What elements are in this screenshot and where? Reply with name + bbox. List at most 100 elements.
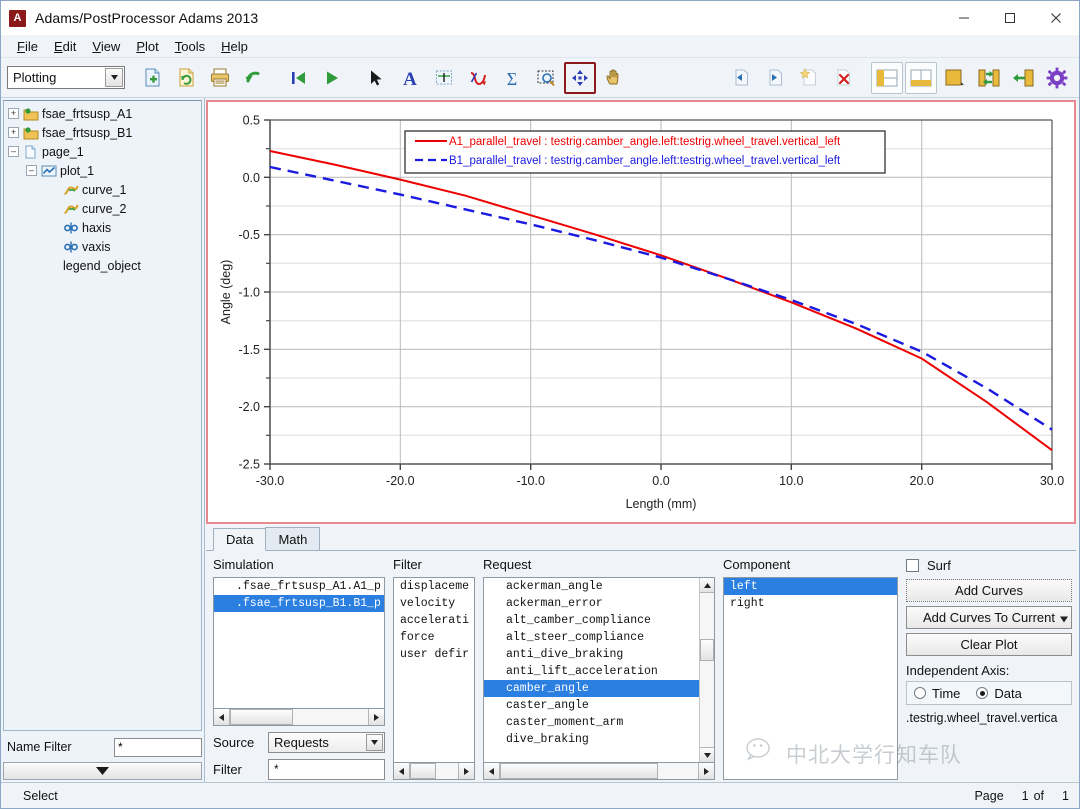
plot-chart[interactable]: 0.5 0.0 -0.5 -1.0 -1.5 -2.0 -2.5 -30.0 -20.0 -10.… (208, 102, 1070, 522)
time-radio[interactable] (914, 687, 926, 699)
print-icon[interactable] (204, 62, 236, 94)
expand-icon[interactable]: + (8, 108, 19, 119)
layout-bottom-icon[interactable] (905, 61, 937, 94)
model-tree[interactable]: + fsae_frtsusp_A1 + fsae_frtsusp_B1 – pa… (3, 100, 202, 731)
list-item[interactable]: alt_camber_compliance (484, 612, 714, 629)
swap-icon[interactable] (973, 62, 1005, 94)
scroll-track[interactable] (500, 763, 698, 779)
tree-node-page-1[interactable]: – page_1 (4, 142, 201, 161)
layout-full-icon[interactable] (939, 62, 971, 94)
scroll-thumb[interactable] (500, 763, 659, 779)
tree-node-vaxis[interactable]: vaxis (4, 237, 201, 256)
scroll-left-icon[interactable] (484, 763, 500, 779)
list-item[interactable]: alt_steer_compliance (484, 629, 714, 646)
list-item[interactable]: user defir (394, 646, 474, 663)
list-item[interactable]: caster_angle (484, 697, 714, 714)
list-item[interactable]: ackerman_angle (484, 578, 714, 595)
collapse-icon[interactable]: – (8, 146, 19, 157)
menu-file[interactable]: FFileile (9, 37, 46, 56)
zoom-region-icon[interactable] (530, 62, 562, 94)
list-item[interactable]: anti_lift_acceleration (484, 663, 714, 680)
list-item[interactable]: ackerman_error (484, 595, 714, 612)
curve-tool-icon[interactable] (462, 62, 494, 94)
list-item[interactable]: left (724, 578, 897, 595)
list-item[interactable]: anti_dive_braking (484, 646, 714, 663)
tree-node-legend-object[interactable]: legend_object (4, 256, 201, 275)
list-item[interactable]: displaceme (394, 578, 474, 595)
tree-node-fsae-frtsusp-a1[interactable]: + fsae_frtsusp_A1 (4, 104, 201, 123)
collapse-icon[interactable] (1007, 62, 1039, 94)
scroll-track[interactable] (410, 763, 458, 779)
page-prev-icon[interactable] (725, 62, 757, 94)
play-icon[interactable] (316, 62, 348, 94)
layout-left-icon[interactable] (871, 61, 903, 94)
simulation-hscrollbar[interactable] (213, 709, 385, 726)
scroll-track[interactable] (700, 593, 714, 747)
list-item[interactable]: caster_moment_arm (484, 714, 714, 731)
menu-plot[interactable]: Plot (128, 37, 166, 56)
surf-checkbox[interactable] (906, 559, 919, 572)
new-page-icon[interactable] (136, 62, 168, 94)
scroll-track[interactable] (230, 709, 368, 725)
add-curves-to-current-combo[interactable]: Add Curves To Current (906, 606, 1072, 629)
plot-container[interactable]: 0.5 0.0 -0.5 -1.0 -1.5 -2.0 -2.5 -30.0 -20.0 -10.… (206, 100, 1076, 524)
list-item[interactable]: .fsae_frtsusp_A1.A1_p (214, 578, 384, 595)
request-list[interactable]: ackerman_angle ackerman_error alt_camber… (483, 577, 715, 763)
expand-icon[interactable]: + (8, 127, 19, 138)
list-item[interactable]: accelerati (394, 612, 474, 629)
data-radio[interactable] (976, 687, 989, 699)
tree-node-curve-2[interactable]: curve_2 (4, 199, 201, 218)
scroll-left-icon[interactable] (394, 763, 410, 779)
text-tool-icon[interactable]: A (394, 62, 426, 94)
page-delete-icon[interactable] (827, 62, 859, 94)
scroll-right-icon[interactable] (368, 709, 384, 725)
list-item[interactable]: dive_braking (484, 731, 714, 748)
close-icon[interactable] (1033, 1, 1079, 35)
list-item[interactable]: .fsae_frtsusp_B1.B1_p (214, 595, 384, 612)
mode-combo[interactable]: Plotting (7, 66, 125, 89)
component-list[interactable]: left right (723, 577, 898, 780)
page-next-icon[interactable] (759, 62, 791, 94)
clear-plot-button[interactable]: Clear Plot (906, 633, 1072, 656)
tab-data[interactable]: Data (213, 528, 267, 551)
scroll-up-icon[interactable] (700, 578, 714, 593)
scroll-thumb[interactable] (230, 709, 294, 725)
request-hscrollbar[interactable] (483, 763, 715, 780)
tree-node-haxis[interactable]: haxis (4, 218, 201, 237)
tree-node-curve-1[interactable]: curve_1 (4, 180, 201, 199)
reload-icon[interactable] (170, 62, 202, 94)
first-frame-icon[interactable] (282, 62, 314, 94)
add-curves-button[interactable]: Add Curves (906, 579, 1072, 602)
request-vscrollbar[interactable] (699, 578, 714, 762)
menu-tools[interactable]: Tools (167, 37, 213, 56)
scroll-thumb[interactable] (700, 639, 714, 662)
select-arrow-icon[interactable] (360, 62, 392, 94)
scroll-left-icon[interactable] (214, 709, 230, 725)
settings-gear-icon[interactable] (1041, 62, 1073, 94)
hand-tool-icon[interactable] (598, 62, 630, 94)
tree-node-plot-1[interactable]: – plot_1 (4, 161, 201, 180)
undo-icon[interactable] (238, 62, 270, 94)
menu-view[interactable]: View (84, 37, 128, 56)
scroll-down-icon[interactable] (700, 747, 714, 762)
sim-filter-input[interactable]: * (268, 758, 385, 780)
tab-math[interactable]: Math (265, 527, 321, 550)
page-add-icon[interactable] (793, 62, 825, 94)
scroll-right-icon[interactable] (698, 763, 714, 779)
list-item[interactable]: right (724, 595, 897, 612)
tree-node-fsae-frtsusp-b1[interactable]: + fsae_frtsusp_B1 (4, 123, 201, 142)
filter-list[interactable]: displaceme velocity accelerati force use… (393, 577, 475, 763)
filter-expand-button[interactable] (3, 762, 202, 780)
maximize-icon[interactable] (987, 1, 1033, 35)
list-item[interactable]: force (394, 629, 474, 646)
list-item[interactable]: velocity (394, 595, 474, 612)
scroll-thumb[interactable] (410, 763, 437, 779)
axis-tool-icon[interactable] (428, 62, 460, 94)
list-item[interactable]: camber_angle (484, 680, 714, 697)
minimize-icon[interactable] (941, 1, 987, 35)
source-combo[interactable]: Requests (268, 731, 385, 753)
sigma-tool-icon[interactable]: Σ (496, 62, 528, 94)
menu-help[interactable]: Help (213, 37, 256, 56)
collapse-icon[interactable]: – (26, 165, 37, 176)
simulation-list[interactable]: .fsae_frtsusp_A1.A1_p .fsae_frtsusp_B1.B… (213, 577, 385, 709)
